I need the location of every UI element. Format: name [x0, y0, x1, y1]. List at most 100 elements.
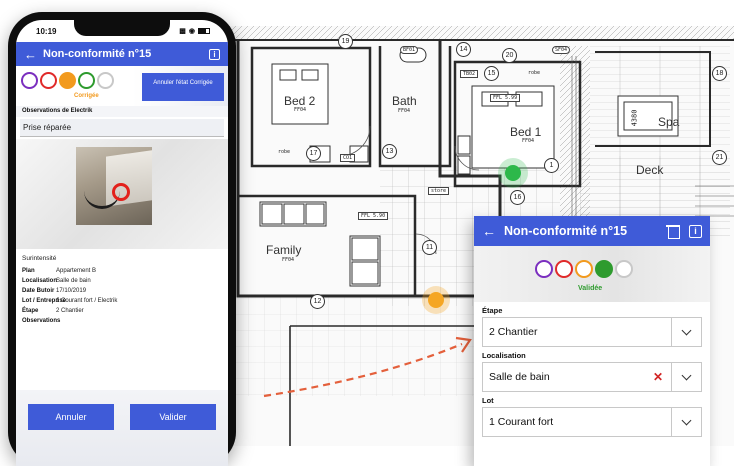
- detail-value: 1 Courant fort / Electrik: [56, 298, 118, 304]
- details-section: Surintensité Plan Appartement B Localisa…: [16, 255, 228, 326]
- app-showcase: Bed 2 Bath Bed 1 Spa Deck Family FF04 FF…: [0, 0, 734, 466]
- details-heading: Surintensité: [22, 255, 57, 262]
- field-label-etape: Étape: [482, 306, 503, 315]
- plan-tag: SF04: [552, 46, 571, 54]
- cancel-button[interactable]: Annuler: [28, 404, 114, 430]
- plan-reference-number: 20: [502, 48, 517, 63]
- localisation-select[interactable]: Salle de bain ✕: [482, 362, 702, 392]
- status-dot-green[interactable]: [595, 260, 613, 278]
- detail-label: Observations: [22, 318, 61, 324]
- status-selector: Corrigée Annuler l'état Corrigée: [16, 66, 228, 106]
- detail-row: Étape 2 Chantier: [22, 306, 222, 316]
- signal-icon: ▩: [179, 28, 186, 35]
- lot-select[interactable]: 1 Courant fort: [482, 407, 702, 437]
- detail-label: Étape: [22, 308, 39, 314]
- plan-tag: FF04: [522, 138, 535, 144]
- clear-icon[interactable]: ✕: [645, 370, 671, 384]
- plan-tag: FFL 5.99: [490, 94, 521, 102]
- validate-button[interactable]: Valider: [130, 404, 216, 430]
- card-status-label: Validée: [578, 285, 603, 292]
- detail-row: Plan Appartement B: [22, 266, 222, 276]
- plan-reference-number: 21: [712, 150, 727, 165]
- plan-tag: robe: [528, 70, 541, 76]
- card-title: Non-conformité n°15: [504, 224, 628, 238]
- status-dot-purple[interactable]: [535, 260, 553, 278]
- action-bar: Annuler Valider: [16, 390, 228, 466]
- plan-tag: BF01: [400, 46, 419, 54]
- plan-reference-number: 16: [510, 190, 525, 205]
- detail-row: Date Butoir 17/10/2019: [22, 286, 222, 296]
- observations-title: Observations de Electrik: [16, 106, 228, 117]
- room-label-bath: Bath: [392, 94, 417, 108]
- chevron-down-icon[interactable]: [671, 363, 701, 391]
- nonconformity-marker-validated[interactable]: [498, 158, 528, 188]
- back-arrow-icon[interactable]: ←: [24, 47, 37, 62]
- status-dots: [21, 72, 114, 89]
- observations-field[interactable]: Prise réparée: [20, 119, 224, 137]
- plan-tag: 4380: [630, 109, 639, 127]
- phone-screen: 10:19 ▩ ◉ ← Non-conformité n°15 i Corrig…: [16, 20, 228, 466]
- status-dot-purple[interactable]: [21, 72, 38, 89]
- status-dot-red[interactable]: [555, 260, 573, 278]
- status-dot-orange[interactable]: [59, 72, 76, 89]
- plan-tag: FFL 5.90: [358, 212, 389, 220]
- plan-tag: robe: [278, 149, 291, 155]
- plan-reference-number: 14: [456, 42, 471, 57]
- status-dot-grey[interactable]: [97, 72, 114, 89]
- chevron-down-icon[interactable]: [671, 408, 701, 436]
- status-time: 10:19: [36, 26, 57, 36]
- detail-row: Observations: [22, 316, 222, 326]
- phone-app-bar: ← Non-conformité n°15 i: [16, 42, 228, 66]
- annotation-circle-icon: [112, 183, 130, 201]
- card-status-selector: Validée: [474, 246, 710, 302]
- chevron-down-icon[interactable]: [671, 318, 701, 346]
- detail-value: Appartement B: [56, 268, 97, 274]
- room-label-spa: Spa: [658, 115, 680, 129]
- status-dot-green[interactable]: [78, 72, 95, 89]
- trash-icon[interactable]: [666, 224, 680, 239]
- cancel-state-button[interactable]: Annuler l'état Corrigée: [142, 73, 224, 101]
- plan-tag: FF04: [398, 108, 411, 114]
- status-dot-grey[interactable]: [615, 260, 633, 278]
- back-arrow-icon[interactable]: ←: [482, 223, 496, 239]
- detail-label: Date Butoir: [22, 288, 55, 294]
- field-label-localisation: Localisation: [482, 351, 526, 360]
- status-icons: ▩ ◉: [179, 27, 210, 35]
- room-label-bed1: Bed 1: [510, 125, 542, 139]
- nonconformity-marker-corrected[interactable]: [422, 286, 450, 314]
- wifi-icon: ◉: [188, 28, 195, 35]
- detail-value: 2 Chantier: [56, 308, 84, 314]
- plan-tag: FF04: [294, 107, 307, 113]
- nonconformity-card: ← Non-conformité n°15 i Validée Étape 2 …: [474, 216, 710, 466]
- detail-row: Localisation Salle de bain: [22, 276, 222, 286]
- detail-value: 17/10/2019: [56, 288, 87, 294]
- photo-area: [16, 139, 228, 249]
- info-icon[interactable]: i: [209, 48, 220, 60]
- lot-value: 1 Courant fort: [489, 416, 554, 428]
- phone-mockup: 10:19 ▩ ◉ ← Non-conformité n°15 i Corrig…: [8, 12, 236, 466]
- plan-reference-number: 15: [484, 66, 499, 81]
- status-dot-red[interactable]: [40, 72, 57, 89]
- room-label-bed2: Bed 2: [284, 94, 316, 108]
- page-title: Non-conformité n°15: [43, 48, 152, 60]
- field-label-lot: Lot: [482, 396, 494, 405]
- plan-reference-number: 17: [306, 146, 321, 161]
- plan-reference-number: 12: [310, 294, 325, 309]
- etape-select[interactable]: 2 Chantier: [482, 317, 702, 347]
- info-icon[interactable]: i: [689, 224, 702, 238]
- localisation-value: Salle de bain: [489, 371, 550, 383]
- card-app-bar: ← Non-conformité n°15 i: [474, 216, 710, 246]
- detail-value: Salle de bain: [56, 278, 91, 284]
- plan-tag: store: [428, 187, 450, 195]
- battery-icon: [198, 28, 210, 34]
- plan-reference-number: 13: [382, 144, 397, 159]
- room-label-family: Family: [266, 243, 302, 257]
- plan-tag: CO1: [340, 154, 356, 162]
- card-status-dots: [535, 260, 633, 278]
- status-label: Corrigée: [74, 93, 99, 99]
- detail-label: Localisation: [22, 278, 58, 284]
- status-dot-orange[interactable]: [575, 260, 593, 278]
- evidence-photo[interactable]: [76, 147, 152, 225]
- detail-row: Lot / Entreprise 1 Courant fort / Electr…: [22, 296, 222, 306]
- plan-reference-number: 1: [544, 158, 559, 173]
